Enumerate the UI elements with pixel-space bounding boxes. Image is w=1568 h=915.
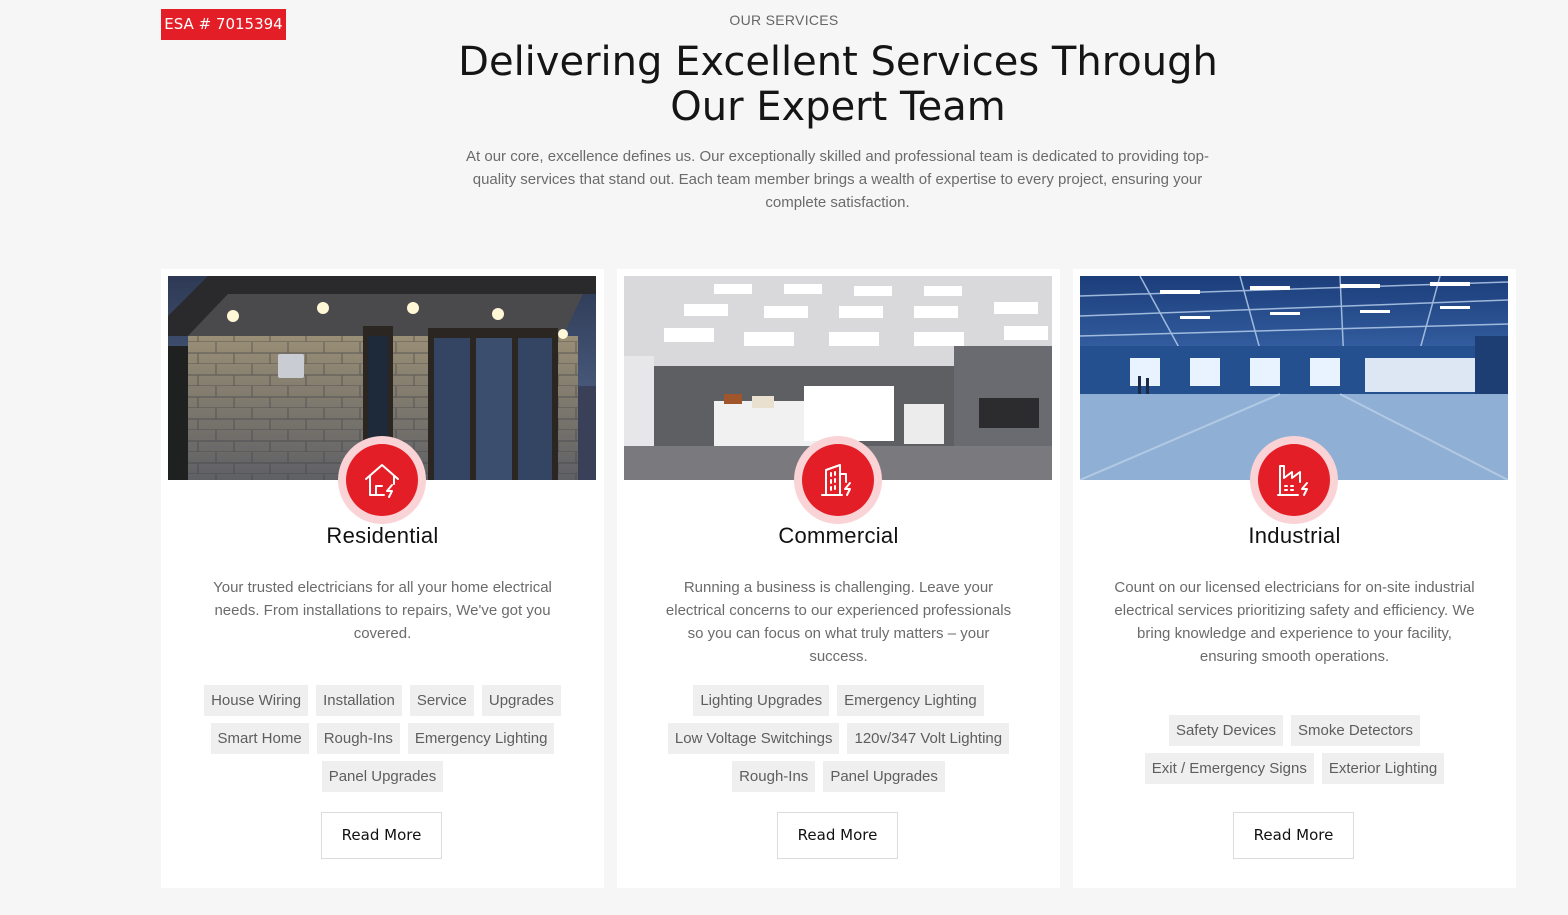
icon-ring <box>794 436 882 524</box>
factory-bolt-icon <box>1258 444 1330 516</box>
tag: House Wiring <box>204 685 309 716</box>
read-more-button[interactable]: Read More <box>1233 812 1354 859</box>
card-description: Count on our licensed electricians for o… <box>1114 579 1475 665</box>
section-headline: Delivering Excellent Services Through Ou… <box>458 39 1218 130</box>
service-card-commercial: Commercial Running a business is challen… <box>617 269 1060 888</box>
tag: Panel Upgrades <box>823 761 945 792</box>
tag: Rough-Ins <box>732 761 816 792</box>
tag: 120v/347 Volt Lighting <box>847 723 1010 754</box>
tag: Rough-Ins <box>316 723 400 754</box>
service-card-residential: Residential Your trusted electricians fo… <box>161 269 604 888</box>
tag-list: Safety Devices Smoke Detectors Exit / Em… <box>1103 715 1486 784</box>
icon-ring <box>1250 436 1338 524</box>
tag: Service <box>409 685 474 716</box>
section-intro: At our core, excellence defines us. Our … <box>466 148 1209 211</box>
card-description: Running a business is challenging. Leave… <box>665 579 1012 665</box>
tag: Smoke Detectors <box>1291 715 1421 746</box>
card-title: Residential <box>326 523 439 548</box>
card-description: Your trusted electricians for all your h… <box>213 579 552 642</box>
tag: Emergency Lighting <box>407 723 555 754</box>
tag: Low Voltage Switchings <box>667 723 840 754</box>
read-more-button[interactable]: Read More <box>777 812 898 859</box>
tag: Panel Upgrades <box>321 761 444 792</box>
tag: Emergency Lighting <box>837 685 984 716</box>
read-more-button[interactable]: Read More <box>321 812 442 859</box>
tag-list: House Wiring Installation Service Upgrad… <box>191 685 574 792</box>
tag: Exterior Lighting <box>1321 753 1445 784</box>
tag: Installation <box>316 685 402 716</box>
house-bolt-icon <box>346 444 418 516</box>
card-title: Industrial <box>1248 523 1341 548</box>
tag: Smart Home <box>210 723 309 754</box>
tag: Lighting Upgrades <box>693 685 830 716</box>
building-bolt-icon <box>802 444 874 516</box>
tag-list: Lighting Upgrades Emergency Lighting Low… <box>647 685 1030 792</box>
tag: Exit / Emergency Signs <box>1144 753 1314 784</box>
tag: Upgrades <box>481 685 561 716</box>
tag: Safety Devices <box>1168 715 1283 746</box>
icon-ring <box>338 436 426 524</box>
service-card-industrial: Industrial Count on our licensed electri… <box>1073 269 1516 888</box>
card-title: Commercial <box>778 523 899 548</box>
section-eyebrow: OUR SERVICES <box>729 12 839 28</box>
